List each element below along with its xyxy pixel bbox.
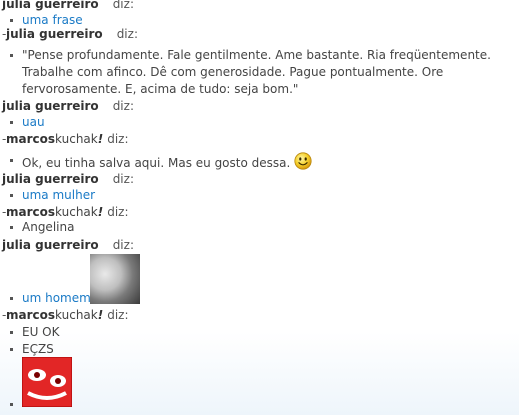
message-text: EÇZS (22, 342, 54, 356)
says-label: diz: (107, 205, 129, 219)
sender-name-rest: kuchak (55, 308, 98, 322)
sender-name-rest: kuchak (55, 205, 98, 219)
message-header: julia guerreiro diz: (2, 0, 134, 11)
message-text: Angelina (22, 220, 75, 234)
sender-name: julia guerreiro (2, 99, 99, 113)
sender-name-bold: marcos (6, 132, 56, 146)
sender-name-bold: marcos (6, 205, 56, 219)
message-header: julia guerreiro diz: (2, 172, 134, 186)
message-header: julia guerreiro diz: (2, 99, 134, 113)
photo-thumbnail[interactable] (90, 254, 140, 304)
says-label: diz: (112, 99, 134, 113)
sender-name-excl: ! (97, 308, 104, 322)
message-header: - marcoskuchak! diz: (2, 308, 129, 322)
dash: - (2, 132, 7, 146)
message-header: - julia guerreiro diz: (2, 27, 138, 41)
says-label: diz: (112, 238, 134, 252)
smiley-face-icon (294, 152, 312, 170)
bullet (10, 403, 13, 406)
message-link[interactable]: uau (22, 114, 45, 131)
bullet (10, 297, 13, 300)
dash: - (2, 308, 7, 322)
says-label: diz: (116, 27, 138, 41)
message-header: - marcoskuchak! diz: (2, 132, 129, 146)
sender-name-rest: kuchak (55, 132, 98, 146)
bullet (10, 159, 13, 162)
sender-name: julia guerreiro (2, 172, 99, 186)
says-label: diz: (107, 308, 129, 322)
bullet (10, 331, 13, 334)
list-item: EU OK (10, 324, 60, 341)
message-text-body: Ok, eu tinha salva aqui. Mas eu gosto de… (22, 156, 291, 170)
list-item[interactable]: uma mulher (10, 187, 95, 204)
bullet (10, 348, 13, 351)
dash: - (2, 27, 7, 41)
message-text: EU OK (22, 325, 60, 339)
message-link[interactable]: uma mulher (22, 187, 95, 204)
dash: - (2, 205, 7, 219)
sender-name-excl: ! (97, 205, 104, 219)
says-label: diz: (112, 0, 134, 11)
list-item: "Pense profundamente. Fale gentilmente. … (10, 47, 510, 98)
bullet (10, 121, 13, 124)
message-text: Ok, eu tinha salva aqui. Mas eu gosto de… (22, 152, 312, 172)
message-link[interactable]: um homem (22, 290, 91, 307)
sender-name: julia guerreiro (6, 27, 103, 41)
list-item[interactable]: uau (10, 114, 45, 131)
message-header: julia guerreiro diz: (2, 238, 134, 252)
message-text: "Pense profundamente. Fale gentilmente. … (22, 48, 491, 96)
bullet (10, 226, 13, 229)
list-item: EÇZS (10, 341, 54, 358)
list-item[interactable]: um homem (10, 290, 91, 307)
sender-name-excl: ! (97, 132, 104, 146)
red-emoticon-image[interactable] (22, 357, 72, 407)
sender-name: julia guerreiro (2, 0, 99, 11)
bullet (10, 54, 13, 57)
sender-name-bold: marcos (6, 308, 56, 322)
list-item: Angelina (10, 219, 74, 236)
list-item: Ok, eu tinha salva aqui. Mas eu gosto de… (10, 152, 312, 172)
says-label: diz: (107, 132, 129, 146)
bullet (10, 194, 13, 197)
says-label: diz: (112, 172, 134, 186)
message-header: - marcoskuchak! diz: (2, 205, 129, 219)
bullet (10, 19, 13, 22)
sender-name: julia guerreiro (2, 238, 99, 252)
